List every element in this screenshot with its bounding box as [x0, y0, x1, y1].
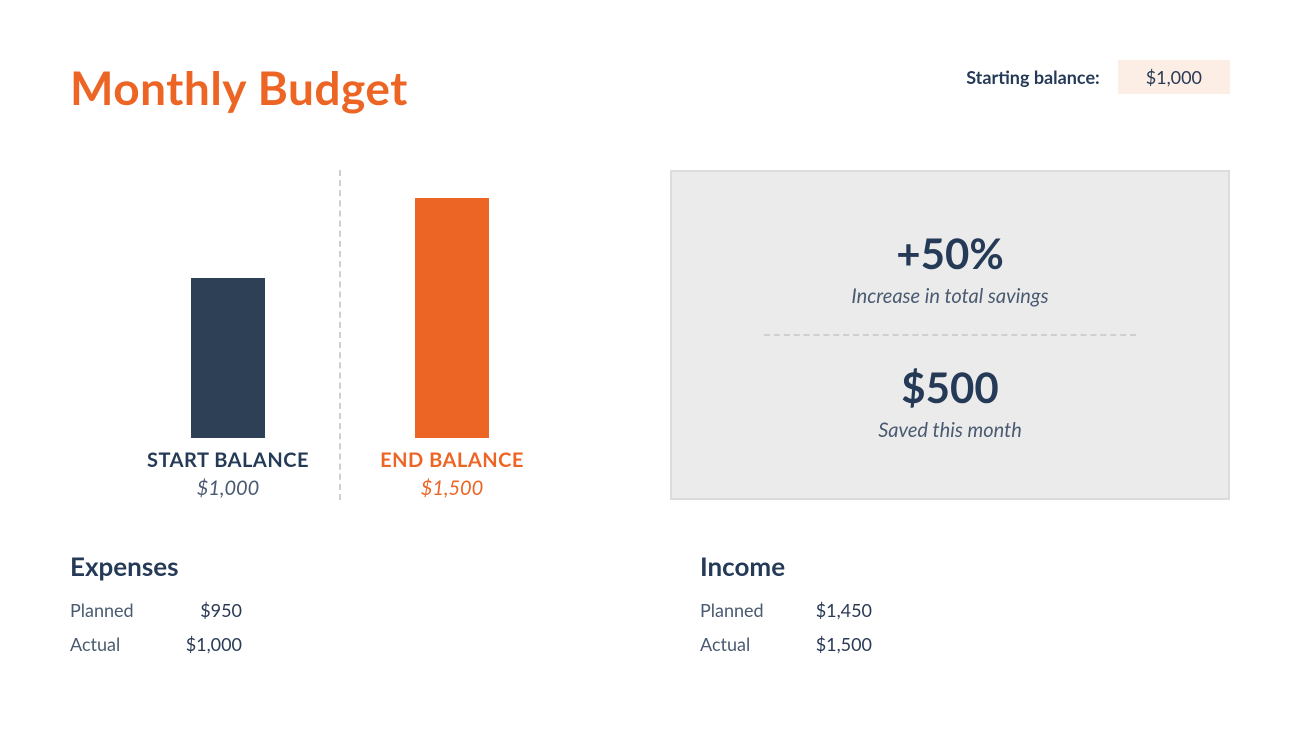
- saved-amount: $500: [901, 362, 998, 412]
- page-title: Monthly Budget: [70, 60, 408, 115]
- income-title: Income: [700, 550, 1230, 582]
- summary-divider: [764, 334, 1135, 336]
- start-balance-label: START BALANCE: [147, 448, 309, 472]
- increase-label: Increase in total savings: [851, 284, 1048, 308]
- start-balance-bar: [191, 278, 265, 438]
- increase-percent: +50%: [896, 228, 1004, 278]
- income-actual-value: $1,500: [800, 633, 890, 655]
- end-balance-label: END BALANCE: [380, 448, 524, 472]
- start-balance-value: $1,000: [197, 476, 260, 500]
- expenses-planned-row: Planned $950: [70, 596, 600, 624]
- starting-balance-row: Starting balance: $1,000: [966, 60, 1230, 94]
- saved-label: Saved this month: [878, 418, 1022, 442]
- income-actual-label: Actual: [700, 633, 800, 655]
- income-planned-value: $1,450: [800, 599, 890, 621]
- expenses-actual-label: Actual: [70, 633, 170, 655]
- end-balance-bar: [415, 198, 489, 438]
- expenses-actual-row: Actual $1,000: [70, 630, 600, 658]
- starting-balance-value: $1,000: [1118, 60, 1230, 94]
- balance-divider: [339, 170, 341, 500]
- starting-balance-label: Starting balance:: [966, 66, 1100, 88]
- expenses-planned-label: Planned: [70, 599, 170, 621]
- expenses-actual-value: $1,000: [170, 633, 260, 655]
- savings-summary-card: +50% Increase in total savings $500 Save…: [670, 170, 1230, 500]
- income-actual-row: Actual $1,500: [700, 630, 1230, 658]
- expenses-panel: Expenses Planned $950 Actual $1,000: [70, 550, 600, 664]
- expenses-planned-value: $950: [170, 599, 260, 621]
- balance-bar-chart: START BALANCE $1,000 END BALANCE $1,500: [70, 170, 610, 500]
- expenses-title: Expenses: [70, 550, 600, 582]
- start-balance-column: START BALANCE $1,000: [123, 198, 333, 500]
- end-balance-value: $1,500: [421, 476, 484, 500]
- income-planned-row: Planned $1,450: [700, 596, 1230, 624]
- income-planned-label: Planned: [700, 599, 800, 621]
- end-balance-column: END BALANCE $1,500: [347, 198, 557, 500]
- income-panel: Income Planned $1,450 Actual $1,500: [700, 550, 1230, 664]
